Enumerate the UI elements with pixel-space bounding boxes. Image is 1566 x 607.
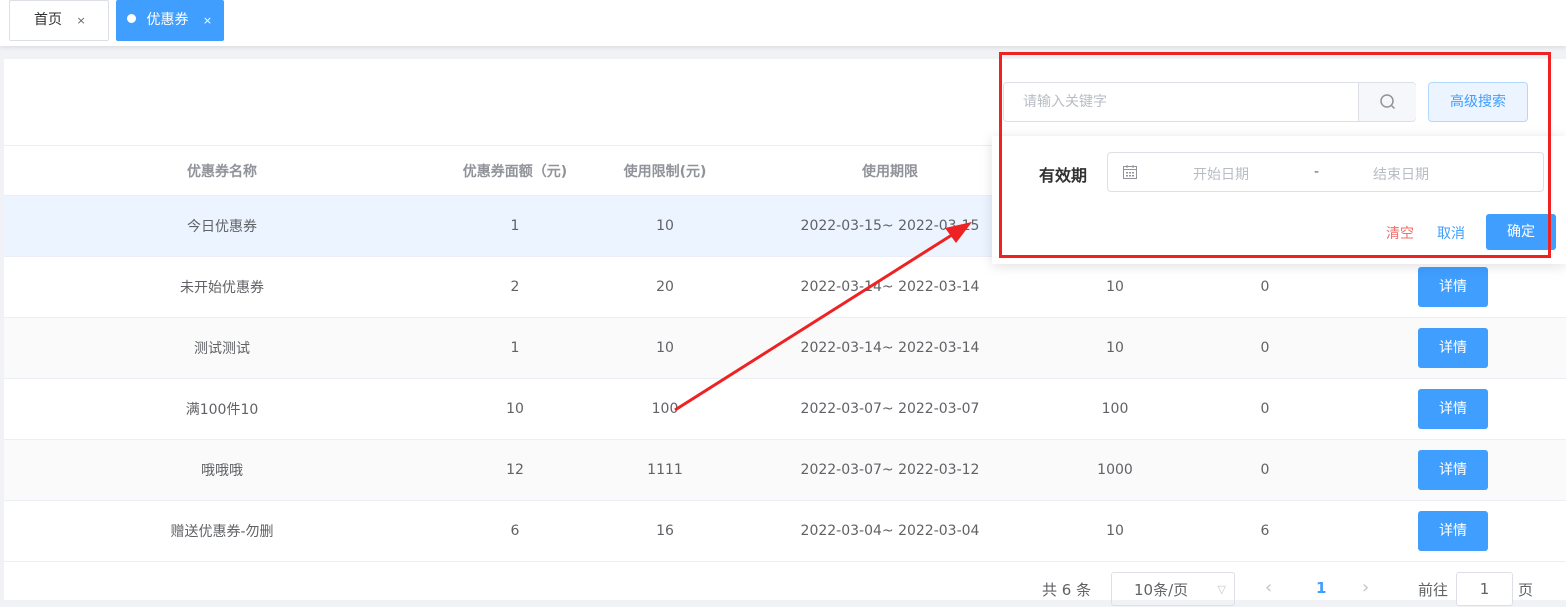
- page-number[interactable]: 1: [1316, 579, 1326, 597]
- cell-action: 详情: [1340, 317, 1566, 379]
- cell-col5: 100: [1040, 378, 1190, 440]
- cell-name: 今日优惠券: [4, 195, 440, 257]
- close-icon[interactable]: ×: [203, 14, 212, 27]
- cell-amount: 6: [440, 500, 590, 562]
- tab-home[interactable]: 首页 ×: [9, 0, 109, 41]
- cell-period: 2022-03-14~ 2022-03-14: [740, 317, 1040, 379]
- cell-name: 哦哦哦: [4, 439, 440, 501]
- col-header-name: 优惠券名称: [4, 145, 440, 196]
- table-row[interactable]: 赠送优惠券-勿删 6 16 2022-03-04~ 2022-03-04 10 …: [4, 500, 1566, 562]
- detail-button[interactable]: 详情: [1418, 267, 1488, 307]
- pagination: 共 6 条 10条/页 ▽ ‹ 1 › 前往 页: [0, 568, 1566, 606]
- cell-col6: 0: [1190, 256, 1340, 318]
- cell-col6: 0: [1190, 317, 1340, 379]
- goto-label: 前往: [1418, 581, 1449, 599]
- cell-limit: 20: [590, 256, 740, 318]
- cell-col6: 0: [1190, 439, 1340, 501]
- cell-action: 详情: [1340, 439, 1566, 501]
- prev-page-icon[interactable]: ‹: [1265, 577, 1272, 598]
- cell-amount: 12: [440, 439, 590, 501]
- page-size-value: 10条/页: [1134, 581, 1189, 599]
- cell-amount: 1: [440, 317, 590, 379]
- table-row[interactable]: 满100件10 10 100 2022-03-07~ 2022-03-07 10…: [4, 378, 1566, 440]
- goto-page-input[interactable]: [1456, 572, 1513, 606]
- calendar-icon: [1123, 165, 1137, 179]
- tab-bar: 首页 × 优惠券 ×: [0, 0, 1566, 46]
- search-button[interactable]: [1358, 83, 1416, 121]
- cell-name: 测试测试: [4, 317, 440, 379]
- detail-button[interactable]: 详情: [1418, 511, 1488, 551]
- cell-limit: 1111: [590, 439, 740, 501]
- search-icon: [1380, 94, 1396, 110]
- total-count: 共 6 条: [1042, 581, 1092, 599]
- close-icon[interactable]: ×: [76, 14, 85, 27]
- cell-amount: 2: [440, 256, 590, 318]
- detail-button[interactable]: 详情: [1418, 389, 1488, 429]
- end-date-input[interactable]: 结束日期: [1373, 164, 1429, 184]
- cell-name: 满100件10: [4, 378, 440, 440]
- cell-limit: 100: [590, 378, 740, 440]
- cell-limit: 10: [590, 317, 740, 379]
- table-row[interactable]: 哦哦哦 12 1111 2022-03-07~ 2022-03-12 1000 …: [4, 439, 1566, 501]
- search-input[interactable]: [1004, 83, 1359, 121]
- validity-label: 有效期: [1039, 166, 1088, 185]
- col-header-amount: 优惠券面额（元): [440, 145, 590, 196]
- tab-coupon-label: 优惠券: [146, 12, 189, 28]
- cell-action: 详情: [1340, 256, 1566, 318]
- search-box: [1003, 82, 1416, 122]
- start-date-input[interactable]: 开始日期: [1193, 164, 1249, 184]
- chevron-down-icon: ▽: [1217, 583, 1226, 596]
- cell-col5: 1000: [1040, 439, 1190, 501]
- cell-limit: 16: [590, 500, 740, 562]
- tab-home-label: 首页: [34, 12, 62, 28]
- cell-col5: 10: [1040, 317, 1190, 379]
- table-row[interactable]: 测试测试 1 10 2022-03-14~ 2022-03-14 10 0 详情: [4, 317, 1566, 379]
- advanced-search-popover: 有效期 开始日期 - 结束日期 清空 取消 确定: [992, 136, 1566, 264]
- page-size-select[interactable]: 10条/页 ▽: [1111, 572, 1235, 606]
- detail-button[interactable]: 详情: [1418, 328, 1488, 368]
- clear-button[interactable]: 清空: [1386, 223, 1414, 243]
- cell-amount: 10: [440, 378, 590, 440]
- cell-col6: 6: [1190, 500, 1340, 562]
- cell-col5: 10: [1040, 256, 1190, 318]
- cell-name: 赠送优惠券-勿删: [4, 500, 440, 562]
- cell-period: 2022-03-14~ 2022-03-14: [740, 256, 1040, 318]
- next-page-icon[interactable]: ›: [1362, 577, 1369, 598]
- cell-period: 2022-03-07~ 2022-03-12: [740, 439, 1040, 501]
- detail-button[interactable]: 详情: [1418, 450, 1488, 490]
- cell-period: 2022-03-04~ 2022-03-04: [740, 500, 1040, 562]
- cell-action: 详情: [1340, 500, 1566, 562]
- cell-period: 2022-03-07~ 2022-03-07: [740, 378, 1040, 440]
- goto-suffix: 页: [1518, 581, 1534, 599]
- active-dot-icon: [127, 14, 136, 23]
- cell-col5: 10: [1040, 500, 1190, 562]
- cell-action: 详情: [1340, 378, 1566, 440]
- cell-col6: 0: [1190, 378, 1340, 440]
- cell-amount: 1: [440, 195, 590, 257]
- cell-limit: 10: [590, 195, 740, 257]
- date-separator: -: [1314, 164, 1320, 180]
- confirm-button[interactable]: 确定: [1486, 214, 1556, 250]
- table-row[interactable]: 未开始优惠券 2 20 2022-03-14~ 2022-03-14 10 0 …: [4, 256, 1566, 318]
- date-range-picker[interactable]: 开始日期 - 结束日期: [1107, 152, 1544, 192]
- col-header-limit: 使用限制(元): [590, 145, 740, 196]
- tab-coupon[interactable]: 优惠券 ×: [116, 0, 224, 41]
- advanced-search-button[interactable]: 高级搜索: [1428, 82, 1528, 122]
- cell-name: 未开始优惠券: [4, 256, 440, 318]
- cancel-button[interactable]: 取消: [1437, 223, 1465, 243]
